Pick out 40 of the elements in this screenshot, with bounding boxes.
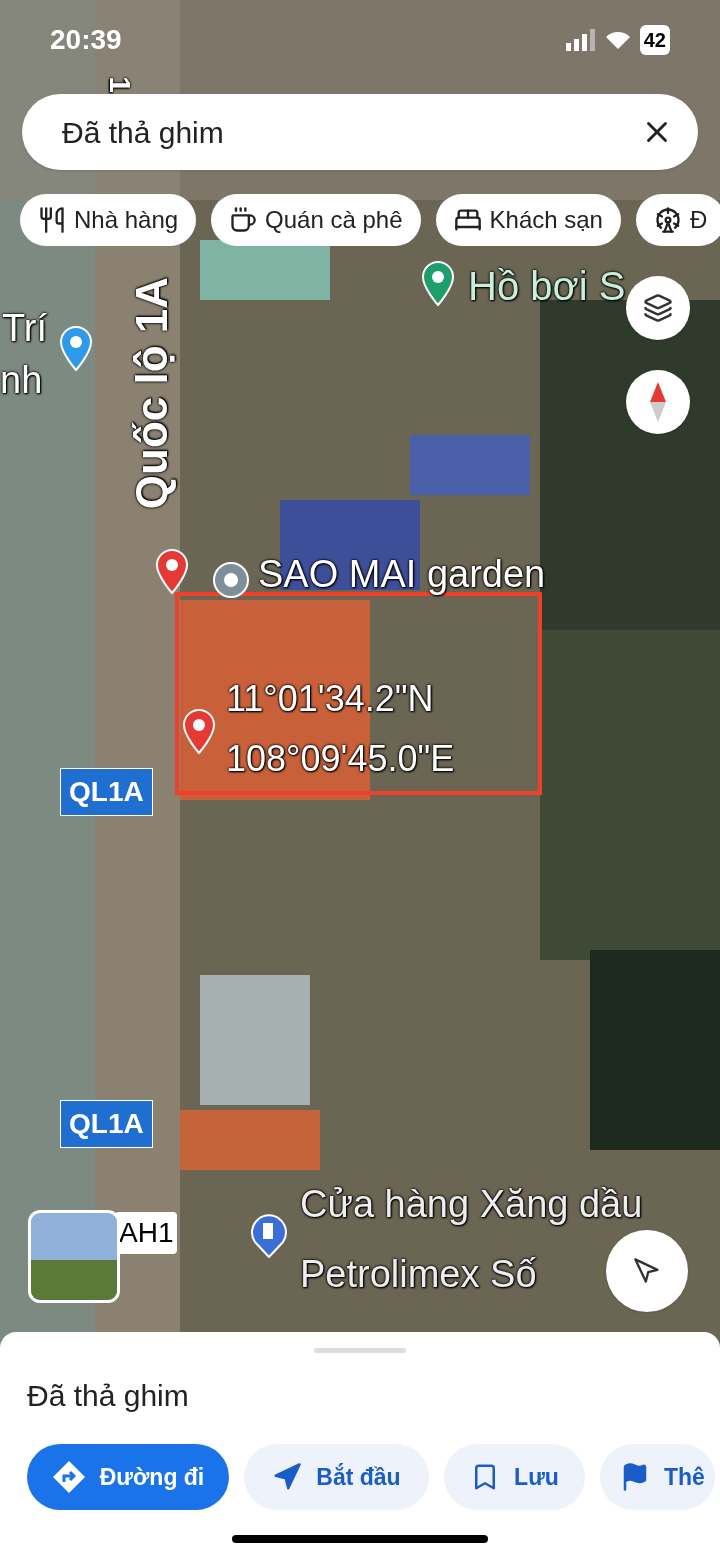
place-label: Petrolimex Số: [300, 1252, 537, 1297]
status-time: 20:39: [50, 23, 122, 57]
dropped-pin-icon: [155, 548, 189, 594]
drag-handle[interactable]: [314, 1348, 406, 1353]
route-shield: QL1A: [60, 1100, 153, 1148]
action-button[interactable]: Bắt đầu: [244, 1444, 429, 1510]
attraction-icon: [653, 206, 682, 234]
road-number: 1: [102, 76, 138, 93]
compass-icon: [648, 382, 668, 422]
road-name: Quốc lộ 1A: [126, 276, 178, 510]
action-button[interactable]: Lưu: [444, 1444, 585, 1510]
place-label: Trí: [2, 306, 47, 351]
sheet-title: Đã thả ghim: [27, 1378, 190, 1414]
poi-marker-icon: [212, 561, 250, 599]
place-label: Hồ bơi S: [468, 263, 626, 310]
place-label: nh: [0, 358, 43, 403]
signal-icon: [565, 29, 596, 51]
category-chip[interactable]: Khách sạn: [435, 194, 621, 246]
category-chip[interactable]: Nhà hàng: [20, 194, 197, 246]
cafe-icon: [229, 206, 258, 234]
poi-pin-icon: [421, 260, 455, 306]
battery-level: 42: [639, 25, 670, 55]
layers-icon: [643, 293, 673, 323]
navigation-arrow-icon: [633, 1257, 661, 1285]
coordinate-label: 11°01'34.2"N: [226, 677, 434, 721]
action-button[interactable]: Thê: [600, 1444, 715, 1510]
location-pin-icon: [182, 708, 216, 754]
place-label: SAO MAI garden: [258, 552, 546, 597]
search-value: Đã thả ghim: [62, 114, 224, 151]
road-tag: AH1: [115, 1212, 178, 1254]
route-shield: QL1A: [60, 768, 153, 816]
search-field[interactable]: Đã thả ghim: [22, 94, 698, 170]
street-view-thumbnail[interactable]: [28, 1210, 120, 1303]
turn-sign-icon: [51, 1460, 86, 1494]
navigation-arrow-icon: [272, 1462, 303, 1492]
category-chip[interactable]: Quán cà phê: [211, 194, 421, 246]
place-label: Cửa hàng Xăng dầu: [300, 1182, 643, 1227]
restaurant-icon: [38, 206, 66, 234]
coordinate-label: 108°09'45.0"E: [226, 737, 455, 781]
action-button[interactable]: Đường đi: [27, 1444, 229, 1510]
